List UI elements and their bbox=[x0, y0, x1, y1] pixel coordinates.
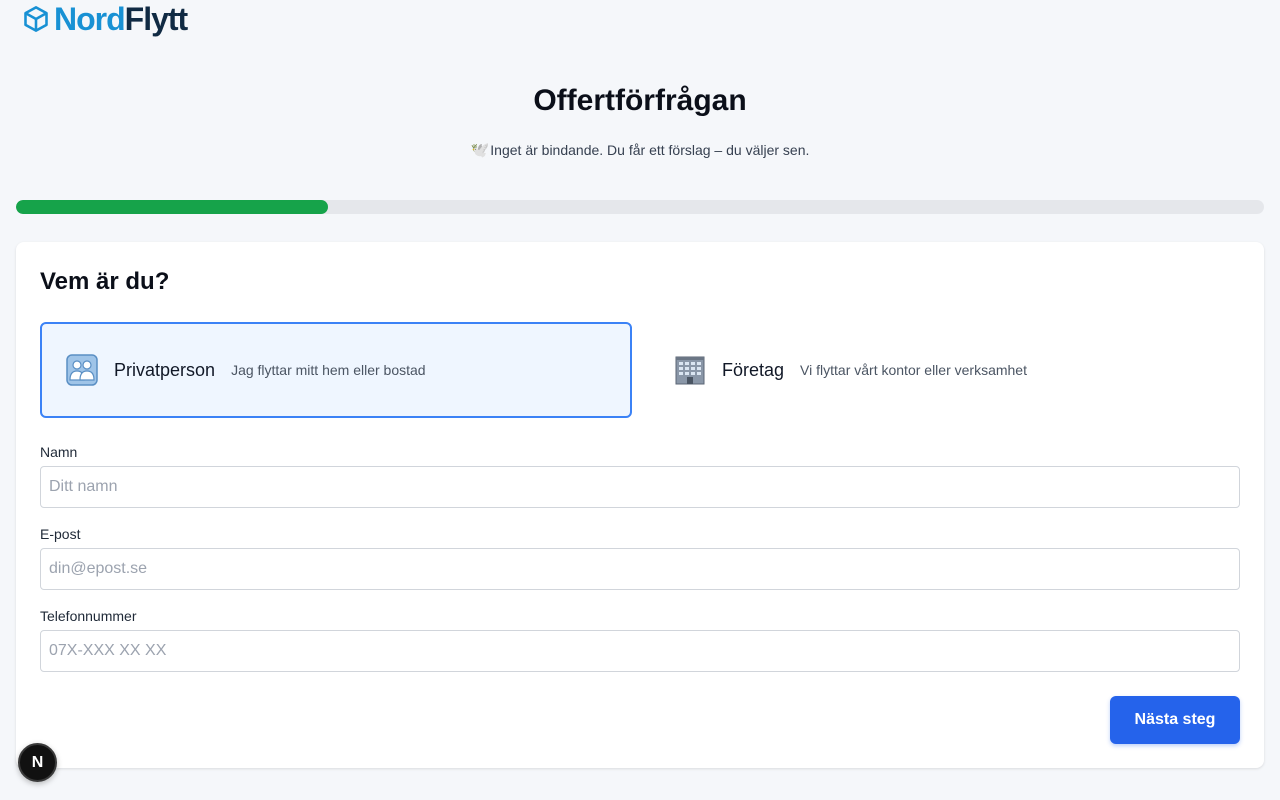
email-label: E-post bbox=[40, 526, 81, 542]
option-label: Privatperson bbox=[114, 359, 216, 380]
office-building-icon bbox=[675, 356, 705, 385]
dev-tools-badge[interactable]: N bbox=[18, 743, 57, 782]
option-label: Företag bbox=[722, 359, 785, 380]
logo-text-nord: Nord bbox=[54, 1, 126, 37]
dove-icon: 🕊️ bbox=[470, 142, 490, 159]
name-field[interactable] bbox=[40, 466, 1240, 508]
progress-bar-fill bbox=[16, 200, 328, 214]
logo[interactable]: NordFlytt bbox=[22, 1, 189, 37]
email-field[interactable] bbox=[40, 548, 1240, 590]
progress-bar bbox=[16, 200, 1264, 214]
option-privatperson[interactable]: Privatperson Jag flyttar mitt hem eller … bbox=[40, 322, 632, 418]
page-title: Offertförfrågan bbox=[533, 84, 747, 117]
logo-text-flytt: Flytt bbox=[124, 1, 189, 37]
form-heading: Vem är du? bbox=[40, 268, 170, 295]
people-icon bbox=[66, 354, 98, 386]
phone-field[interactable] bbox=[40, 630, 1240, 672]
name-label: Namn bbox=[40, 444, 78, 460]
page-subtitle: 🕊️Inget är bindande. Du får ett förslag … bbox=[0, 141, 1280, 159]
option-foretag[interactable]: Företag Vi flyttar vårt kontor eller ver… bbox=[648, 322, 1240, 418]
phone-label: Telefonnummer bbox=[40, 608, 137, 624]
option-description: Vi flyttar vårt kontor eller verksamhet bbox=[800, 362, 1027, 378]
box-icon bbox=[24, 6, 48, 32]
option-description: Jag flyttar mitt hem eller bostad bbox=[231, 362, 426, 378]
form-card: Vem är du? Privatperson Jag flyttar mitt… bbox=[16, 242, 1264, 768]
logo-text: NordFlytt bbox=[54, 1, 189, 37]
next-step-button[interactable]: Nästa steg bbox=[1110, 696, 1240, 744]
subtitle-text: Inget är bindande. Du får ett förslag – … bbox=[490, 142, 810, 158]
dev-tools-badge-letter: N bbox=[31, 753, 44, 771]
